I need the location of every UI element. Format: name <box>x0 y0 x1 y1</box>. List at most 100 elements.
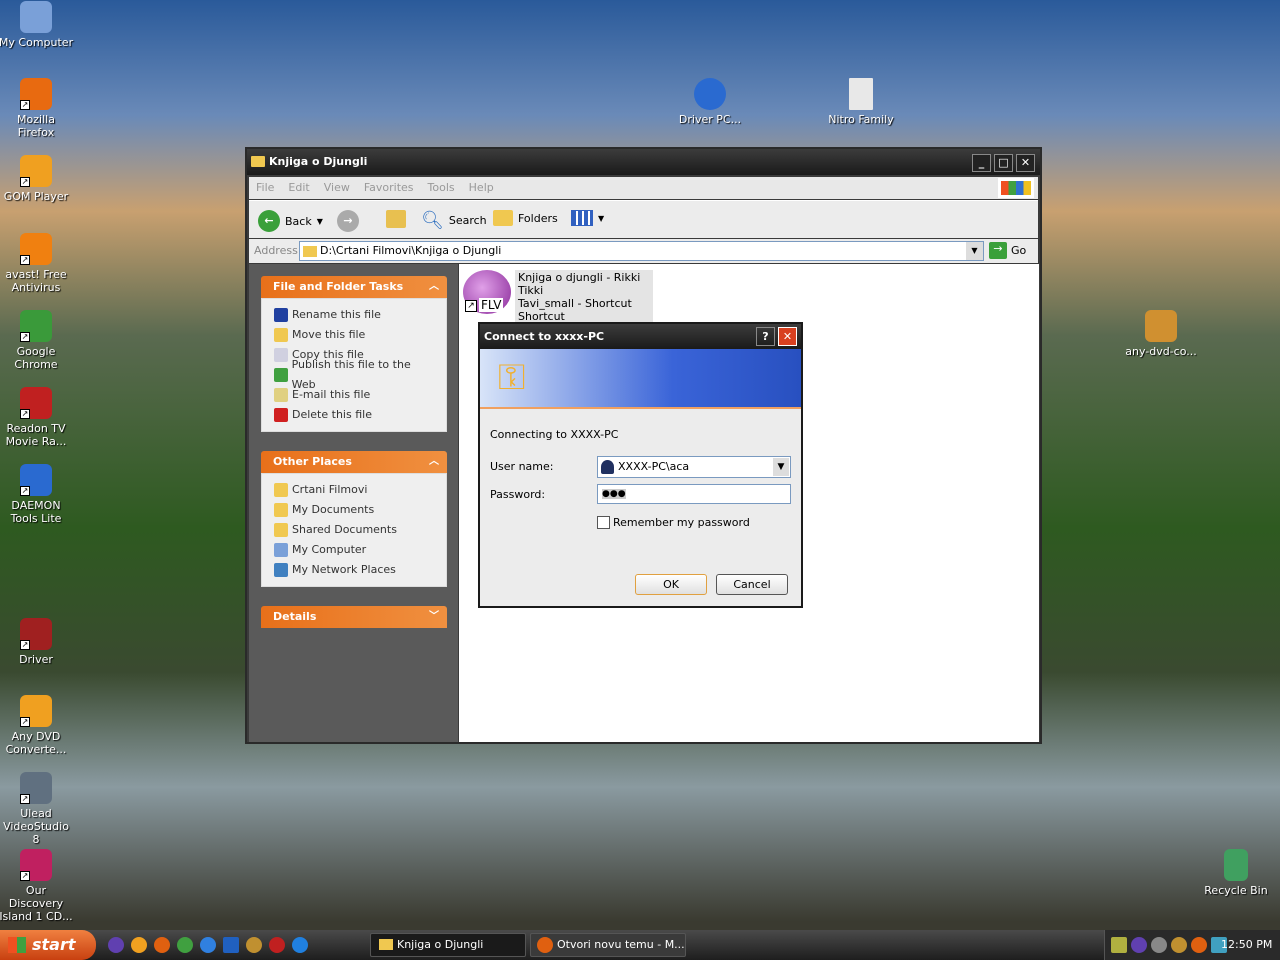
quick-launch <box>108 937 308 953</box>
clock: 12:50 PM <box>1221 938 1273 951</box>
dialog-titlebar[interactable]: Connect to xxxx-PC ? ✕ <box>480 324 801 349</box>
views-button[interactable]: ▼ <box>571 210 604 226</box>
desktop-icon[interactable]: ↗ Driver <box>0 618 74 666</box>
username-combobox[interactable]: XXXX-PC\aca ▼ <box>597 456 791 478</box>
forward-button[interactable]: → <box>337 210 359 232</box>
app-icon: ↗ <box>20 695 52 727</box>
window-titlebar[interactable]: Knjiga o Djungli _ □ ✕ <box>247 149 1040 175</box>
task-link[interactable]: Move this file <box>274 325 434 345</box>
desktop-icon-any-dvd[interactable]: any-dvd-co... <box>1123 310 1199 358</box>
go-arrow-icon: → <box>989 242 1007 259</box>
shortcut-arrow-icon: ↗ <box>20 794 30 804</box>
document-icon <box>849 78 873 110</box>
menu-help[interactable]: Help <box>469 181 494 194</box>
folders-button[interactable]: Folders <box>493 210 558 226</box>
place-link[interactable]: Crtani Filmovi <box>274 480 434 500</box>
file-item[interactable]: FLV ↗ Knjiga o djungli - Rikki Tikki Tav… <box>463 268 653 324</box>
connect-dialog: Connect to xxxx-PC ? ✕ ⚿ Connecting to X… <box>478 322 803 608</box>
cancel-button[interactable]: Cancel <box>716 574 788 595</box>
shortcut-arrow-icon: ↗ <box>20 409 30 419</box>
desktop-icon[interactable]: ↗ DAEMON Tools Lite <box>0 464 74 525</box>
app-icon: ↗ <box>20 387 52 419</box>
desktop-icon[interactable]: My Computer <box>0 1 74 49</box>
dropdown-arrow-icon[interactable]: ▼ <box>317 217 323 226</box>
desktop-icon[interactable]: ↗ Mozilla Firefox <box>0 78 74 139</box>
bittorrent-tray-icon[interactable] <box>1131 937 1147 953</box>
back-arrow-icon: ← <box>258 210 280 232</box>
ok-button[interactable]: OK <box>635 574 707 595</box>
chrome-icon[interactable] <box>177 937 193 953</box>
desktop-icon-nitro-family[interactable]: Nitro Family <box>823 78 899 126</box>
desktop-icon-recycle-bin[interactable]: Recycle Bin <box>1198 849 1274 897</box>
media-icon[interactable] <box>269 937 285 953</box>
panel-header[interactable]: File and Folder Tasks ︿ <box>261 276 447 298</box>
close-button[interactable]: ✕ <box>1016 154 1035 172</box>
desktop-icon[interactable]: ↗ Any DVD Converte... <box>0 695 74 756</box>
maximize-button[interactable]: □ <box>994 154 1013 172</box>
shortcut-arrow-icon: ↗ <box>20 332 30 342</box>
place-link[interactable]: My Computer <box>274 540 434 560</box>
winamp-icon[interactable] <box>246 937 262 953</box>
task-icon <box>274 368 288 382</box>
forward-arrow-icon: → <box>337 210 359 232</box>
internet-explorer-icon[interactable] <box>200 937 216 953</box>
help-button[interactable]: ? <box>756 327 775 346</box>
shortcut-arrow-icon: ↗ <box>20 486 30 496</box>
shortcut-arrow-icon: ↗ <box>20 717 30 727</box>
task-icon <box>274 308 288 322</box>
address-dropdown-button[interactable]: ▼ <box>966 242 983 260</box>
up-folder-button[interactable] <box>386 210 406 228</box>
menu-edit[interactable]: Edit <box>288 181 309 194</box>
mail-icon[interactable] <box>1111 937 1127 953</box>
place-link[interactable]: My Documents <box>274 500 434 520</box>
place-link[interactable]: Shared Documents <box>274 520 434 540</box>
menu-view[interactable]: View <box>324 181 350 194</box>
address-input[interactable]: D:\Crtani Filmovi\Knjiga o Djungli ▼ <box>299 241 984 261</box>
expand-chevron-icon[interactable]: ﹀ <box>429 606 439 628</box>
place-link[interactable]: My Network Places <box>274 560 434 580</box>
task-link[interactable]: Rename this file <box>274 305 434 325</box>
file-folder-tasks-panel: File and Folder Tasks ︿ Rename this file M… <box>261 276 447 432</box>
outlook-express-icon[interactable] <box>223 937 239 953</box>
desktop-icon[interactable]: ↗ Ulead VideoStudio 8 <box>0 772 74 846</box>
desktop-icon[interactable]: ↗ avast! Free Antivirus <box>0 233 74 294</box>
gom-player-icon[interactable] <box>131 937 147 953</box>
dialog-close-button[interactable]: ✕ <box>778 327 797 346</box>
minimize-button[interactable]: _ <box>972 154 991 172</box>
desktop-icon[interactable]: ↗ Google Chrome <box>0 310 74 371</box>
panel-header[interactable]: Other Places ︿ <box>261 451 447 473</box>
app-icon: ↗ <box>20 233 52 265</box>
shortcut-arrow-icon: ↗ <box>465 300 477 312</box>
winamp-tray-icon[interactable] <box>1171 937 1187 953</box>
menu-file[interactable]: File <box>256 181 274 194</box>
go-button[interactable]: → Go <box>989 242 1026 259</box>
search-button[interactable]: 🔍︎ Search <box>421 210 487 231</box>
firefox-icon[interactable] <box>154 937 170 953</box>
avast-tray-icon[interactable] <box>1191 937 1207 953</box>
app-icon: ↗ <box>20 464 52 496</box>
taskbar-button-explorer[interactable]: Knjiga o Djungli <box>370 933 526 957</box>
player-icon[interactable] <box>292 937 308 953</box>
collapse-chevron-icon[interactable]: ︿ <box>429 451 439 473</box>
menu-favorites[interactable]: Favorites <box>364 181 414 194</box>
back-button[interactable]: ← Back ▼ <box>258 210 323 232</box>
start-button[interactable]: start <box>0 930 96 960</box>
bittorrent-icon[interactable] <box>108 937 124 953</box>
remember-password-checkbox[interactable]: Remember my password <box>597 516 750 529</box>
desktop-icon[interactable]: ↗ Readon TV Movie Ra... <box>0 387 74 448</box>
taskbar-button-firefox[interactable]: Otvori novu temu - M... <box>530 933 686 957</box>
task-link[interactable]: Delete this file <box>274 405 434 425</box>
desktop-icon-driver-pc[interactable]: Driver PC... <box>672 78 748 126</box>
desktop-icon[interactable]: ↗ Our Discovery Island 1 CD... <box>0 849 74 923</box>
volume-icon[interactable] <box>1151 937 1167 953</box>
menu-tools[interactable]: Tools <box>428 181 455 194</box>
panel-header[interactable]: Details ﹀ <box>261 606 447 628</box>
task-link[interactable]: Publish this file to the Web <box>274 358 434 391</box>
password-field[interactable]: ●●● <box>597 484 791 504</box>
menu-bar: File Edit View Favorites Tools Help <box>249 177 1038 199</box>
dropdown-arrow-icon[interactable]: ▼ <box>773 458 789 476</box>
collapse-chevron-icon[interactable]: ︿ <box>429 276 439 298</box>
desktop-icon[interactable]: ↗ GOM Player <box>0 155 74 203</box>
up-folder-icon <box>386 210 406 228</box>
app-icon: ↗ <box>20 155 52 187</box>
